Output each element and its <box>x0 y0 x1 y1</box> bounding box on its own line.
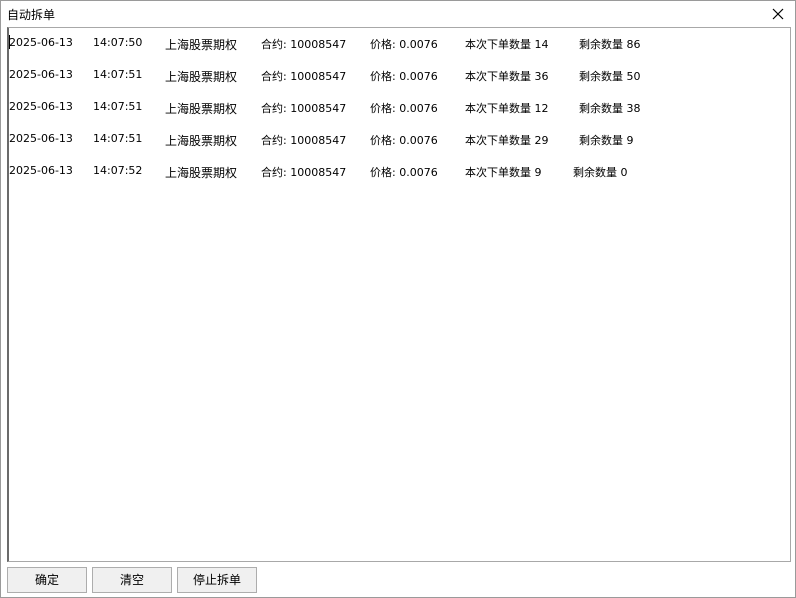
log-contract: 合约: 10008547 <box>261 70 347 83</box>
log-remaining: 剩余数量 9 <box>579 134 634 147</box>
log-order-qty: 本次下单数量 9 <box>465 166 542 179</box>
log-exchange: 上海股票期权 <box>165 134 238 148</box>
log-contract: 合约: 10008547 <box>261 166 347 179</box>
log-order-qty: 本次下单数量 14 <box>465 38 549 51</box>
close-button[interactable] <box>767 3 789 25</box>
log-exchange: 上海股票期权 <box>165 38 238 52</box>
stop-split-button[interactable]: 停止拆单 <box>177 567 257 593</box>
log-date: 2025-06-13 <box>9 68 73 81</box>
log-exchange: 上海股票期权 <box>165 70 238 84</box>
log-time: 14:07:51 <box>93 132 143 145</box>
log-price: 价格: 0.0076 <box>370 134 438 147</box>
log-remaining: 剩余数量 50 <box>579 70 641 83</box>
log-price: 价格: 0.0076 <box>370 166 438 179</box>
log-exchange: 上海股票期权 <box>165 102 238 116</box>
log-price: 价格: 0.0076 <box>370 70 438 83</box>
log-remaining: 剩余数量 86 <box>579 38 641 51</box>
log-output-area[interactable]: 2025-06-13 14:07:50 上海股票期权 合约: 10008547 … <box>7 27 791 562</box>
log-order-qty: 本次下单数量 29 <box>465 134 549 147</box>
clear-button[interactable]: 清空 <box>92 567 172 593</box>
log-time: 14:07:52 <box>93 164 143 177</box>
log-remaining: 剩余数量 38 <box>579 102 641 115</box>
log-time: 14:07:50 <box>93 36 143 49</box>
log-date: 2025-06-13 <box>9 100 73 113</box>
log-date: 2025-06-13 <box>9 132 73 145</box>
log-order-qty: 本次下单数量 36 <box>465 70 549 83</box>
title-bar: 自动拆单 <box>1 1 795 27</box>
ok-button[interactable]: 确定 <box>7 567 87 593</box>
close-icon <box>772 8 784 20</box>
log-time: 14:07:51 <box>93 68 143 81</box>
log-price: 价格: 0.0076 <box>370 102 438 115</box>
log-contract: 合约: 10008547 <box>261 38 347 51</box>
log-date: 2025-06-13 <box>9 36 73 49</box>
log-exchange: 上海股票期权 <box>165 166 238 180</box>
log-contract: 合约: 10008547 <box>261 102 347 115</box>
log-price: 价格: 0.0076 <box>370 38 438 51</box>
log-time: 14:07:51 <box>93 100 143 113</box>
log-order-qty: 本次下单数量 12 <box>465 102 549 115</box>
log-date: 2025-06-13 <box>9 164 73 177</box>
split-order-window: 自动拆单 2025-06-13 14:07:50 上海股票期权 合约: 1000… <box>0 0 796 598</box>
log-contract: 合约: 10008547 <box>261 134 347 147</box>
window-title: 自动拆单 <box>7 8 56 22</box>
log-remaining: 剩余数量 0 <box>573 166 628 179</box>
